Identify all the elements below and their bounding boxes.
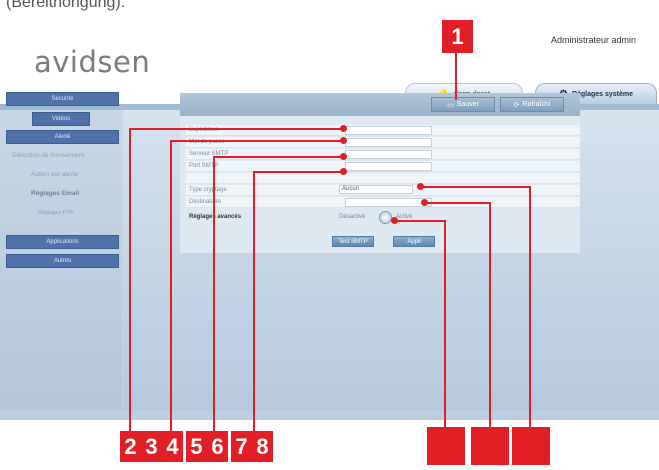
callout-dot bbox=[340, 168, 347, 175]
callout-dot bbox=[340, 125, 347, 132]
callout-badge-2: 2 bbox=[120, 431, 141, 462]
callout-badge-7: 7 bbox=[231, 431, 252, 462]
callout-lines bbox=[129, 51, 531, 443]
callout-dot bbox=[421, 199, 428, 206]
callout-badge-3: 3 bbox=[141, 431, 162, 462]
callout-badge-blank bbox=[512, 427, 550, 465]
callout-badge-5: 5 bbox=[186, 431, 207, 462]
callout-badge-blank bbox=[471, 427, 509, 465]
callout-badge-blank bbox=[427, 427, 465, 465]
callout-dot bbox=[340, 137, 347, 144]
callout-badge-8: 8 bbox=[252, 431, 273, 462]
callout-badge-1: 1 bbox=[442, 20, 473, 53]
callout-dot bbox=[417, 183, 424, 190]
callout-badge-4: 4 bbox=[162, 431, 183, 462]
callout-dot bbox=[391, 217, 398, 224]
callout-dot bbox=[340, 153, 347, 160]
callout-badge-6: 6 bbox=[207, 431, 228, 462]
